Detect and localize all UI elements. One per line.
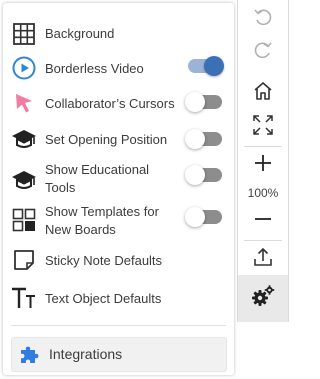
toolbar-divider [244, 146, 282, 147]
integrations-label: Integrations [49, 346, 123, 362]
setting-text-object-defaults[interactable]: Text Object Defaults [3, 285, 234, 311]
toolbar-divider [244, 240, 282, 241]
setting-label: Show Templates for [45, 204, 159, 219]
cursor-arrow-icon [11, 90, 37, 116]
setting-label-line2: New Boards [45, 222, 116, 237]
setting-collaborator-cursors: Collaborator’s Cursors [3, 90, 234, 116]
undo-button[interactable] [238, 6, 288, 32]
setting-label: Set Opening Position [45, 132, 168, 147]
integrations-button[interactable]: Integrations [11, 337, 227, 372]
setting-label-line2: Tools [45, 180, 76, 195]
toggle-knob [185, 129, 205, 149]
setting-background[interactable]: Background [3, 21, 234, 47]
setting-opening-position: Set Opening Position [3, 126, 234, 152]
zoom-in-icon [253, 153, 273, 178]
graduation-cap-icon [11, 126, 37, 152]
fit-screen-icon [252, 114, 274, 141]
setting-label: Sticky Note Defaults [45, 253, 163, 268]
right-toolbar: 100% [237, 0, 289, 322]
puzzle-icon [17, 343, 41, 367]
zoom-level: 100% [247, 186, 279, 200]
settings-icon [250, 284, 276, 313]
collaborator-cursors-toggle[interactable] [185, 92, 222, 112]
export-button[interactable] [238, 246, 288, 272]
zoom-out-icon [253, 209, 273, 234]
divider [11, 325, 226, 326]
home-button[interactable] [238, 80, 288, 106]
redo-icon [253, 40, 273, 65]
toggle-knob [185, 207, 205, 227]
setting-educational-tools: Show Educational Tools [3, 161, 234, 197]
settings-button[interactable] [237, 275, 289, 322]
play-circle-icon [11, 55, 37, 81]
toggle-knob [204, 56, 224, 76]
setting-label: Collaborator’s Cursors [45, 96, 175, 111]
toggle-knob [185, 92, 205, 112]
zoom-out-button[interactable] [238, 208, 288, 234]
borderless-video-toggle[interactable] [188, 56, 224, 76]
fit-screen-button[interactable] [238, 114, 288, 140]
templates-icon [11, 207, 37, 233]
home-icon [252, 80, 274, 107]
educational-tools-toggle[interactable] [185, 165, 222, 185]
graduation-cap-icon [11, 167, 37, 193]
templates-toggle[interactable] [185, 207, 222, 227]
grid-icon [11, 21, 37, 47]
setting-sticky-note-defaults[interactable]: Sticky Note Defaults [3, 247, 234, 273]
setting-label: Text Object Defaults [45, 291, 162, 306]
sticky-note-icon [11, 247, 37, 273]
setting-label: Show Educational [45, 162, 150, 177]
setting-label: Background [45, 26, 115, 41]
setting-label: Borderless Video [45, 61, 144, 76]
toggle-knob [185, 165, 205, 185]
setting-templates: Show Templates for New Boards [3, 201, 234, 237]
opening-position-toggle[interactable] [185, 129, 222, 149]
undo-icon [253, 7, 273, 32]
settings-panel: Background Borderless Video Collaborator… [3, 3, 234, 375]
redo-button[interactable] [238, 39, 288, 65]
export-icon [252, 246, 274, 273]
text-icon [11, 285, 37, 311]
zoom-in-button[interactable] [238, 152, 288, 178]
setting-borderless-video: Borderless Video [3, 55, 234, 81]
settings-icon-wrap [238, 284, 288, 313]
